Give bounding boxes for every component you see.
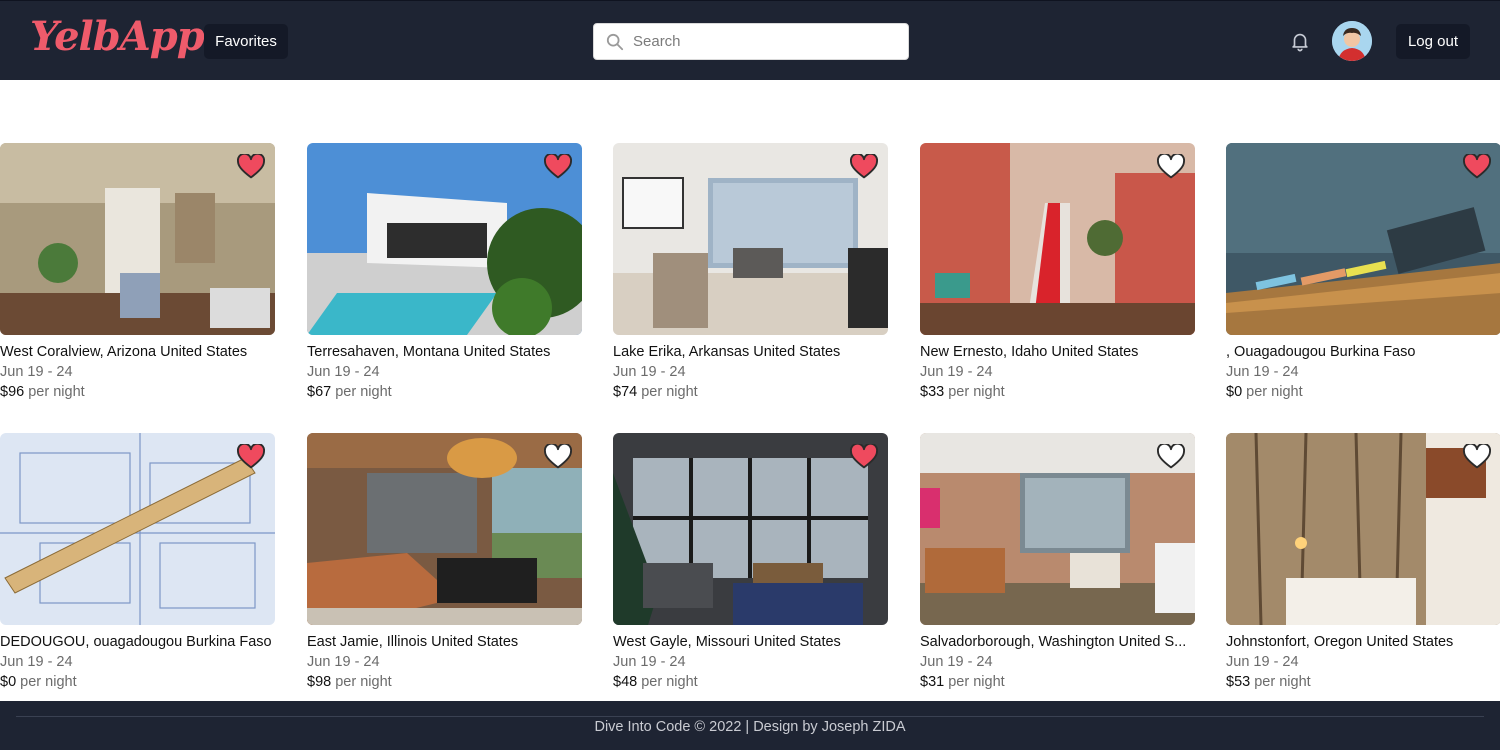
price-amount: $53 (1226, 674, 1251, 690)
listing-photo[interactable] (1226, 143, 1500, 335)
search-box[interactable] (593, 23, 909, 60)
listing-price: $33 per night (920, 384, 1005, 400)
listing-location: West Coralview, Arizona United States (0, 344, 248, 360)
listing-price: $67 per night (307, 384, 392, 400)
listing-dates: Jun 19 - 24 (613, 654, 686, 670)
price-unit: per night (948, 674, 1005, 690)
heart-icon[interactable] (544, 154, 572, 180)
price-unit: per night (335, 384, 392, 400)
price-unit: per night (28, 384, 85, 400)
app-logo[interactable]: YelbApp (30, 13, 205, 60)
listing-dates: Jun 19 - 24 (1226, 364, 1299, 380)
listing-dates: Jun 19 - 24 (0, 364, 73, 380)
listing-photo[interactable] (613, 143, 888, 335)
listing-price: $74 per night (613, 384, 698, 400)
price-amount: $0 (0, 674, 17, 690)
top-navbar: YelbApp Favorites Log out (0, 0, 1500, 80)
listing-price: $53 per night (1226, 674, 1311, 690)
price-amount: $67 (307, 384, 332, 400)
listing-price: $0 per night (0, 674, 77, 690)
listing-location: Terresahaven, Montana United States (307, 344, 551, 360)
listing-price: $96 per night (0, 384, 85, 400)
price-amount: $0 (1226, 384, 1243, 400)
listing-dates: Jun 19 - 24 (307, 364, 380, 380)
listing-location: Johnstonfort, Oregon United States (1226, 634, 1454, 650)
listing-location: West Gayle, Missouri United States (613, 634, 841, 650)
listing-dates: Jun 19 - 24 (1226, 654, 1299, 670)
heart-icon[interactable] (850, 444, 878, 470)
listing-location: Lake Erika, Arkansas United States (613, 344, 841, 360)
price-unit: per night (948, 384, 1005, 400)
listing-photo[interactable] (613, 433, 888, 625)
listing-price: $31 per night (920, 674, 1005, 690)
listing-price: $98 per night (307, 674, 392, 690)
price-amount: $48 (613, 674, 638, 690)
heart-icon[interactable] (237, 154, 265, 180)
listing-price: $0 per night (1226, 384, 1303, 400)
price-amount: $98 (307, 674, 332, 690)
listing-photo[interactable] (1226, 433, 1500, 625)
listing-photo[interactable] (920, 143, 1195, 335)
listing-dates: Jun 19 - 24 (0, 654, 73, 670)
listing-dates: Jun 19 - 24 (920, 364, 993, 380)
avatar-icon (1332, 21, 1372, 61)
price-unit: per night (1254, 674, 1311, 690)
heart-icon[interactable] (1157, 444, 1185, 470)
listing-photo[interactable] (0, 143, 275, 335)
heart-icon[interactable] (1463, 154, 1491, 180)
price-amount: $96 (0, 384, 25, 400)
listing-photo[interactable] (0, 433, 275, 625)
price-unit: per night (335, 674, 392, 690)
search-icon (606, 33, 624, 51)
listing-location: Salvadorborough, Washington United S... (920, 634, 1187, 650)
heart-icon[interactable] (237, 444, 265, 470)
listing-photo[interactable] (307, 433, 582, 625)
price-unit: per night (641, 384, 698, 400)
heart-icon[interactable] (544, 444, 572, 470)
footer-divider (16, 716, 1484, 717)
listing-location: East Jamie, Illinois United States (307, 634, 519, 650)
logout-button[interactable]: Log out (1396, 24, 1470, 59)
bell-icon[interactable] (1289, 30, 1311, 52)
heart-icon[interactable] (1157, 154, 1185, 180)
listing-price: $48 per night (613, 674, 698, 690)
favorites-button[interactable]: Favorites (204, 24, 288, 59)
footer-credits: Dive Into Code © 2022 | Design by Joseph… (594, 719, 906, 735)
avatar[interactable] (1332, 21, 1372, 61)
price-amount: $33 (920, 384, 945, 400)
listing-location: , Ouagadougou Burkina Faso (1226, 344, 1416, 360)
listing-location: DEDOUGOU, ouagadougou Burkina Faso (0, 634, 272, 650)
listing-photo[interactable] (307, 143, 582, 335)
footer: Dive Into Code © 2022 | Design by Joseph… (0, 701, 1500, 750)
price-amount: $74 (613, 384, 638, 400)
listing-photo[interactable] (920, 433, 1195, 625)
listing-dates: Jun 19 - 24 (307, 654, 380, 670)
listing-dates: Jun 19 - 24 (613, 364, 686, 380)
price-unit: per night (1246, 384, 1303, 400)
price-unit: per night (641, 674, 698, 690)
heart-icon[interactable] (850, 154, 878, 180)
listing-location: New Ernesto, Idaho United States (920, 344, 1139, 360)
search-input[interactable] (633, 24, 903, 59)
listing-dates: Jun 19 - 24 (920, 654, 993, 670)
price-unit: per night (20, 674, 77, 690)
heart-icon[interactable] (1463, 444, 1491, 470)
price-amount: $31 (920, 674, 945, 690)
